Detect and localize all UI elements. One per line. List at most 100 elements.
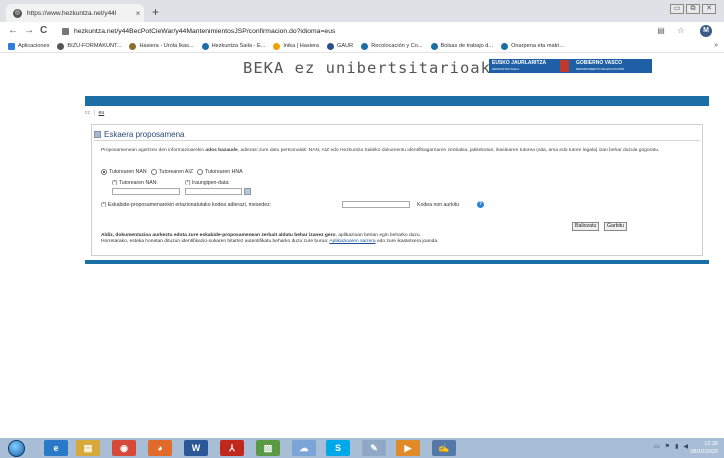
calendar-icon[interactable] (244, 188, 251, 195)
site-header: BEKA ez unibertsitarioak EUSKO JAURLARIT… (85, 54, 709, 94)
site-title: BEKA ez unibertsitarioak (243, 59, 491, 77)
bookmark-item[interactable]: Bolsas de trabajo d... (430, 42, 493, 50)
site-favicon-icon (361, 42, 369, 50)
radio-tutor-aiz[interactable]: Tutorearen AIZ (150, 169, 193, 175)
clock-date: 08/10/2020 (690, 449, 718, 455)
system-clock[interactable]: 12:30 08/10/2020 (690, 440, 718, 456)
page-content: BEKA ez unibertsitarioak EUSKO JAURLARIT… (85, 54, 709, 264)
footer-band (85, 260, 709, 264)
bookmark-item[interactable]: Inika | Hasiera (273, 42, 319, 50)
code-label: (*) Eskabide-proposamenarekin erlazionat… (101, 202, 272, 208)
window-controls: ▭ ⧉ ✕ (670, 4, 716, 14)
validate-button[interactable]: Baliozatu (572, 222, 600, 231)
help-icon[interactable]: ? (477, 201, 484, 208)
logo-es-block: GOBIERNO VASCO DEPARTAMENTO DE EDUCACIÓN (570, 59, 652, 73)
site-favicon-icon (201, 42, 209, 50)
volume-icon[interactable]: ◀ (683, 443, 688, 450)
globe-icon: ◎ (13, 8, 22, 18)
keyboard-icon[interactable]: ▭ (654, 443, 660, 450)
reader-mode-icon[interactable]: ▤ (656, 26, 666, 36)
panel-title: Eskaera proposamena (104, 129, 185, 139)
application-entry-link[interactable]: Aplikazioaren sarrera (329, 239, 375, 244)
notice-text: Aldiz, dokumentazioa aurkeztu edota zure… (101, 233, 439, 244)
os-taskbar: e ▤ ◉ ◕ W ⅄ ▨ ☁ S ✎ ▶ ✍ ▭ ⚑ ▮ ◀ 12:30 08… (0, 438, 724, 458)
bookmark-item[interactable]: Hezkuntza Saila - E... (201, 42, 265, 50)
code-input[interactable] (342, 201, 410, 208)
reload-button[interactable]: C (40, 25, 47, 37)
radio-button[interactable] (197, 169, 203, 175)
radio-tutor-hna[interactable]: Tutorearen HNA (197, 169, 243, 175)
file-explorer-icon[interactable]: ▤ (76, 440, 100, 456)
new-tab-button[interactable]: + (152, 6, 159, 18)
system-tray: ▭ ⚑ ▮ ◀ (654, 443, 688, 450)
logo-eu-block: EUSKO JAURLARITZA HEZKUNTZA SAILA (489, 59, 559, 73)
minimize-button[interactable]: ▭ (670, 4, 684, 14)
radio-button-selected[interactable] (101, 169, 107, 175)
lang-link-eu[interactable]: eu (98, 110, 104, 116)
skype-icon[interactable]: S (326, 440, 350, 456)
section-square-icon (94, 130, 101, 138)
site-favicon-icon (327, 42, 335, 50)
bookmark-item[interactable]: Aplicaciones (8, 42, 49, 50)
nan-label: (*) Tutorearen NAN: (112, 180, 158, 186)
expiry-date-input[interactable] (185, 188, 242, 195)
bookmark-item[interactable]: Onarpena eta matri... (501, 42, 564, 50)
start-button[interactable] (8, 440, 25, 457)
pen-tool-icon[interactable]: ✎ (362, 440, 386, 456)
bookmark-item[interactable]: Recolocación y Co... (361, 42, 423, 50)
site-favicon-icon (501, 42, 509, 50)
address-bar[interactable]: hezkuntza.net/y44BecPotCieWar/y44Manteni… (62, 25, 652, 38)
firefox-icon[interactable]: ◕ (148, 440, 172, 456)
radio-button[interactable] (150, 169, 157, 175)
acrobat-icon[interactable]: ⅄ (220, 440, 244, 456)
maximize-button[interactable]: ⧉ (686, 4, 700, 14)
lock-icon (62, 28, 69, 35)
panel-header: Eskaera proposamena (94, 129, 185, 139)
forward-button[interactable]: → (24, 25, 34, 37)
divider (94, 140, 700, 141)
url-text: hezkuntza.net/y44BecPotCieWar/y44Manteni… (74, 28, 336, 35)
header-band (85, 96, 709, 106)
globe-icon (57, 42, 65, 50)
bookmark-star-icon[interactable]: ☆ (676, 26, 686, 36)
browser-toolbar: ← → C hezkuntza.net/y44BecPotCieWar/y44M… (0, 22, 724, 40)
document-type-radio-group: Tutorearen NAN Tutorearen AIZ Tutorearen… (101, 169, 247, 175)
bookmark-item[interactable]: GAUR (327, 42, 353, 50)
chrome-icon[interactable]: ◉ (112, 440, 136, 456)
browser-tab[interactable]: ◎ https://www.hezkuntza.net/y44l × (6, 4, 144, 22)
back-button[interactable]: ← (8, 25, 18, 37)
network-icon[interactable]: ▮ (675, 443, 678, 450)
lang-separator: | (93, 110, 95, 116)
nan-input[interactable] (112, 188, 180, 195)
tab-title: https://www.hezkuntza.net/y44l (27, 9, 117, 17)
word-icon[interactable]: W (184, 440, 208, 456)
intro-text: Proposamenean agertzen den informazioare… (101, 148, 660, 153)
site-favicon-icon (273, 42, 281, 50)
clock-time: 12:30 (704, 441, 718, 447)
bookmarks-overflow-button[interactable]: » (714, 42, 718, 49)
code-not-found-label: Kodea non aurkitu (417, 202, 460, 208)
expiry-date-label: (*) Iraungipen-data: (185, 180, 230, 186)
close-window-button[interactable]: ✕ (702, 4, 716, 14)
cloud-icon[interactable]: ☁ (292, 440, 316, 456)
bookmark-item[interactable]: BIZU-FORMAKUNT... (57, 42, 121, 50)
radio-tutor-nan[interactable]: Tutorearen NAN (101, 169, 147, 175)
media-player-icon[interactable]: ▶ (396, 440, 420, 456)
tool-icon[interactable]: ✍ (432, 440, 456, 456)
browser-tabstrip: ◎ https://www.hezkuntza.net/y44l × + ▭ ⧉… (0, 0, 724, 22)
flag-icon[interactable]: ⚑ (665, 443, 670, 450)
clear-button[interactable]: Garbitu (604, 222, 628, 231)
bookmark-item[interactable]: Hasiera - Urola Ikas... (129, 42, 194, 50)
close-tab-icon[interactable]: × (132, 9, 144, 18)
government-logo: EUSKO JAURLARITZA HEZKUNTZA SAILA GOBIER… (489, 59, 652, 73)
bookmarks-bar: Aplicaciones BIZU-FORMAKUNT... Hasiera -… (0, 40, 724, 53)
profile-avatar[interactable]: M (700, 25, 712, 37)
site-favicon-icon (129, 42, 137, 50)
apps-grid-icon (8, 42, 15, 50)
internet-explorer-icon[interactable]: e (44, 440, 68, 456)
proposal-form-panel: Eskaera proposamena Proposamenean agertz… (91, 124, 703, 256)
language-switcher: cc | eu (85, 110, 709, 118)
image-viewer-icon[interactable]: ▨ (256, 440, 280, 456)
lang-link-cc[interactable]: cc (85, 110, 90, 116)
site-favicon-icon (430, 42, 438, 50)
